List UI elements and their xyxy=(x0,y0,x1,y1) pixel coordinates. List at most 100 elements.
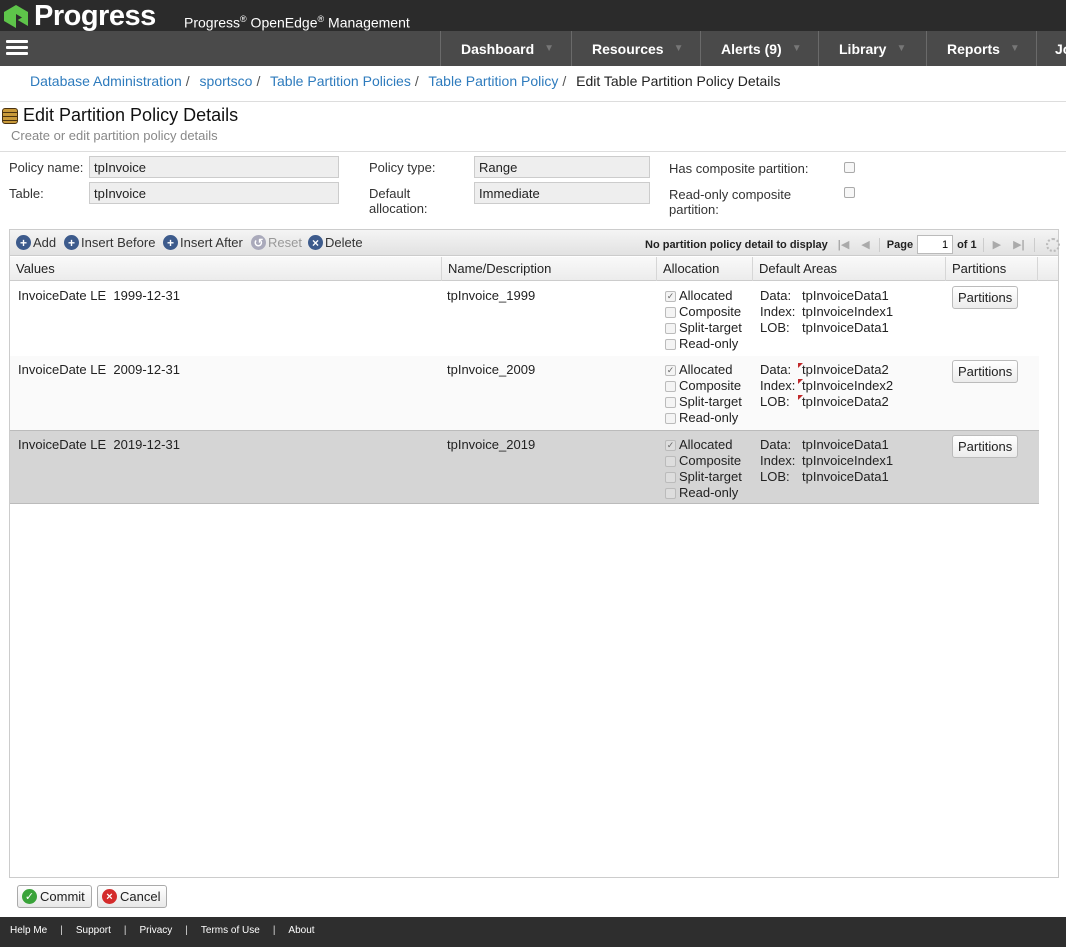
close-icon: × xyxy=(308,235,323,250)
read-only-checkbox[interactable] xyxy=(665,338,676,350)
split-target-checkbox[interactable] xyxy=(665,322,676,334)
allocation-options: ✓ Allocated Composite Split-target Read-o… xyxy=(665,362,742,425)
nav-alerts[interactable]: Alerts (9) ▼ xyxy=(700,31,818,66)
modified-flag-icon xyxy=(798,395,803,400)
column-header-values[interactable]: Values xyxy=(10,257,442,281)
first-page-icon[interactable]: |◀ xyxy=(838,238,850,251)
partitions-button[interactable]: Partitions xyxy=(952,286,1019,309)
checkmark-icon: ✓ xyxy=(22,889,37,904)
footer-help-link[interactable]: Help Me xyxy=(10,925,47,936)
readonly-composite-checkbox[interactable] xyxy=(844,187,855,198)
breadcrumb: Database Administration / sportsco / Table… xyxy=(30,73,781,89)
default-allocation-field[interactable] xyxy=(474,182,650,204)
row-name: tpInvoice_1999 xyxy=(447,288,536,303)
loading-spinner-icon xyxy=(1045,237,1060,252)
composite-checkbox[interactable] xyxy=(665,380,676,392)
modified-flag-icon xyxy=(798,363,803,368)
pager: No partition policy detail to display |◀… xyxy=(645,235,1060,254)
column-header-partitions[interactable]: Partitions xyxy=(946,257,1038,281)
last-page-icon[interactable]: ▶| xyxy=(1013,238,1025,251)
lob-area: tpInvoiceData1 xyxy=(802,469,889,484)
add-button[interactable]: + Add xyxy=(16,235,56,250)
plus-icon: + xyxy=(163,235,178,250)
nav-library[interactable]: Library ▼ xyxy=(818,31,926,66)
index-area: tpInvoiceIndex1 xyxy=(802,304,894,319)
nav-jobs[interactable]: Jo xyxy=(1036,31,1066,66)
hamburger-menu-icon[interactable] xyxy=(6,40,28,56)
composite-checkbox[interactable] xyxy=(665,455,676,467)
grid-header: Values Name/Description Allocation Defau… xyxy=(10,257,1058,281)
allocated-checkbox[interactable]: ✓ xyxy=(665,290,676,302)
table-field[interactable] xyxy=(89,182,339,204)
breadcrumb-current: Edit Table Partition Policy Details xyxy=(576,73,781,89)
prev-page-icon[interactable]: ◀ xyxy=(861,238,869,251)
product-name: Progress® OpenEdge® Management xyxy=(184,14,410,31)
read-only-checkbox[interactable] xyxy=(665,487,676,499)
data-area: tpInvoiceData2 xyxy=(802,362,889,377)
table-label: Table: xyxy=(9,186,44,201)
chevron-down-icon: ▼ xyxy=(1009,43,1020,54)
footer-privacy-link[interactable]: Privacy xyxy=(140,925,173,936)
table-row[interactable]: InvoiceDate LE 1999-12-31 tpInvoice_1999… xyxy=(10,282,1039,356)
row-values: InvoiceDate LE 2019-12-31 xyxy=(18,437,180,452)
breadcrumb-table-partition-policy[interactable]: Table Partition Policy xyxy=(428,73,558,89)
table-row[interactable]: InvoiceDate LE 2009-12-31 tpInvoice_2009… xyxy=(10,356,1039,430)
plus-icon: + xyxy=(16,235,31,250)
page-title: Edit Partition Policy Details xyxy=(2,105,238,126)
reset-icon: ↺ xyxy=(251,235,266,250)
nav-resources[interactable]: Resources ▼ xyxy=(571,31,700,66)
next-page-icon[interactable]: ▶ xyxy=(993,238,1001,251)
database-icon xyxy=(2,107,18,124)
insert-before-button[interactable]: + Insert Before xyxy=(64,235,155,250)
footer-terms-link[interactable]: Terms of Use xyxy=(201,925,260,936)
footer-support-link[interactable]: Support xyxy=(76,925,111,936)
partition-details-grid: + Add + Insert Before + Insert After ↺ Reset… xyxy=(9,229,1060,878)
cancel-button[interactable]: × Cancel xyxy=(97,885,168,908)
lob-area: tpInvoiceData2 xyxy=(802,394,889,409)
composite-partition-checkbox[interactable] xyxy=(844,162,855,173)
read-only-checkbox[interactable] xyxy=(665,412,676,424)
lob-area: tpInvoiceData1 xyxy=(802,320,889,335)
policy-type-field[interactable] xyxy=(474,156,650,178)
index-area: tpInvoiceIndex1 xyxy=(802,453,894,468)
default-allocation-label: Default allocation: xyxy=(369,186,428,216)
page-number-input[interactable] xyxy=(917,235,954,254)
split-target-checkbox[interactable] xyxy=(665,471,676,483)
plus-icon: + xyxy=(64,235,79,250)
policy-name-field[interactable] xyxy=(89,156,339,178)
allocation-options: ✓ Allocated Composite Split-target Read-o… xyxy=(665,288,742,351)
breadcrumb-table-partition-policies[interactable]: Table Partition Policies xyxy=(270,73,411,89)
row-values: InvoiceDate LE 1999-12-31 xyxy=(18,288,180,303)
chevron-down-icon: ▼ xyxy=(544,43,555,54)
allocated-checkbox[interactable]: ✓ xyxy=(665,439,676,451)
split-target-checkbox[interactable] xyxy=(665,396,676,408)
partitions-button[interactable]: Partitions xyxy=(952,360,1019,383)
footer-about-link[interactable]: About xyxy=(288,925,314,936)
nav-reports[interactable]: Reports ▼ xyxy=(926,31,1036,66)
index-area: tpInvoiceIndex2 xyxy=(802,378,894,393)
policy-type-label: Policy type: xyxy=(369,160,436,175)
grid-toolbar: + Add + Insert Before + Insert After ↺ Reset… xyxy=(10,230,1060,256)
delete-button[interactable]: × Delete xyxy=(308,235,363,250)
divider xyxy=(0,151,1066,152)
column-header-default-areas[interactable]: Default Areas xyxy=(753,257,946,281)
breadcrumb-database-administration[interactable]: Database Administration xyxy=(30,73,182,89)
policy-name-label: Policy name: xyxy=(9,160,84,175)
nav-dashboard[interactable]: Dashboard ▼ xyxy=(440,31,571,66)
page-label: Page xyxy=(886,238,914,251)
breadcrumb-sportsco[interactable]: sportsco xyxy=(200,73,253,89)
progress-logo-icon xyxy=(4,4,28,28)
reset-button[interactable]: ↺ Reset xyxy=(251,235,302,250)
close-icon: × xyxy=(102,889,117,904)
allocated-checkbox[interactable]: ✓ xyxy=(665,364,676,376)
table-row-selected[interactable]: InvoiceDate LE 2019-12-31 tpInvoice_2019… xyxy=(10,430,1039,504)
partitions-button[interactable]: Partitions xyxy=(952,435,1019,458)
composite-checkbox[interactable] xyxy=(665,306,676,318)
row-name: tpInvoice_2009 xyxy=(447,362,536,377)
commit-button[interactable]: ✓ Commit xyxy=(17,885,92,908)
column-header-allocation[interactable]: Allocation xyxy=(657,257,753,281)
insert-after-button[interactable]: + Insert After xyxy=(163,235,243,250)
footer: Help Me | Support | Privacy | Terms of Use |… xyxy=(0,917,1066,947)
column-header-name[interactable]: Name/Description xyxy=(442,257,657,281)
progress-logo[interactable]: Progress xyxy=(2,0,156,31)
